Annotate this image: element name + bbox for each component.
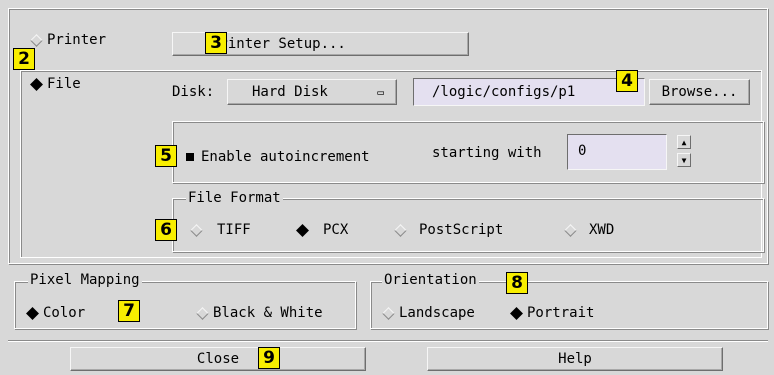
arrow-down-icon: ▼ bbox=[681, 155, 687, 165]
color-label: Color bbox=[43, 305, 86, 321]
black-white-radio-indicator bbox=[196, 306, 209, 320]
file-radio[interactable]: File bbox=[30, 76, 81, 92]
callout-7: 7 bbox=[118, 300, 140, 322]
close-button[interactable]: Close bbox=[70, 347, 366, 371]
format-radio-tiff[interactable]: TIFF bbox=[190, 222, 251, 238]
portrait-radio-indicator bbox=[510, 306, 523, 320]
black-white-label: Black & White bbox=[213, 305, 323, 321]
postscript-label: PostScript bbox=[419, 222, 504, 238]
postscript-radio-indicator bbox=[394, 223, 407, 237]
starting-value: 0 bbox=[578, 143, 587, 159]
color-radio-indicator bbox=[26, 306, 39, 320]
help-button[interactable]: Help bbox=[427, 347, 723, 371]
autoincrement-checkbox[interactable]: Enable autoincrement bbox=[186, 149, 370, 165]
footer-separator bbox=[8, 340, 768, 342]
browse-label: Browse... bbox=[661, 84, 738, 100]
autoincrement-label: Enable autoincrement bbox=[201, 149, 370, 165]
pcx-label: PCX bbox=[323, 222, 349, 238]
file-format-legend: File Format bbox=[186, 190, 283, 206]
decrement-button[interactable]: ▼ bbox=[677, 153, 691, 167]
orientation-radio-portrait[interactable]: Portrait bbox=[510, 305, 595, 321]
callout-4: 4 bbox=[616, 70, 638, 92]
landscape-label: Landscape bbox=[399, 305, 475, 321]
xwd-radio-indicator bbox=[564, 223, 577, 237]
starting-value-input[interactable]: 0 bbox=[567, 134, 667, 170]
pixel-radio-black-white[interactable]: Black & White bbox=[196, 305, 323, 321]
xwd-label: XWD bbox=[589, 222, 615, 238]
file-radio-label: File bbox=[47, 76, 81, 92]
disk-option-menu[interactable]: Hard Disk ▭ bbox=[227, 79, 397, 105]
callout-9: 9 bbox=[258, 347, 280, 369]
printer-radio-label: Printer bbox=[47, 32, 107, 48]
starting-with-label: starting with bbox=[432, 145, 542, 161]
help-label: Help bbox=[558, 351, 592, 367]
checkbox-indicator bbox=[186, 153, 194, 161]
format-radio-xwd[interactable]: XWD bbox=[564, 222, 615, 238]
portrait-label: Portrait bbox=[527, 305, 595, 321]
tiff-label: TIFF bbox=[217, 222, 251, 238]
file-path-input[interactable]: /logic/configs/p1 bbox=[413, 78, 645, 106]
callout-2: 2 bbox=[13, 48, 35, 70]
callout-3: 3 bbox=[205, 32, 227, 54]
printer-radio[interactable]: Printer bbox=[30, 32, 107, 48]
format-radio-postscript[interactable]: PostScript bbox=[394, 222, 504, 238]
printer-radio-indicator bbox=[30, 33, 43, 47]
format-radio-pcx[interactable]: PCX bbox=[296, 222, 349, 238]
close-label: Close bbox=[196, 351, 240, 367]
file-path-value: /logic/configs/p1 bbox=[432, 84, 576, 100]
browse-button[interactable]: Browse... bbox=[649, 79, 750, 105]
pixel-radio-color[interactable]: Color bbox=[26, 305, 86, 321]
pixel-mapping-legend: Pixel Mapping bbox=[28, 272, 142, 288]
printer-setup-label: Printer Setup... bbox=[211, 36, 346, 52]
pcx-radio-indicator bbox=[296, 223, 309, 237]
arrow-up-icon: ▲ bbox=[681, 137, 687, 147]
callout-8: 8 bbox=[506, 272, 528, 294]
tiff-radio-indicator bbox=[190, 223, 203, 237]
disk-selected-value: Hard Disk bbox=[252, 84, 328, 100]
file-radio-indicator bbox=[30, 77, 43, 91]
callout-5: 5 bbox=[155, 145, 177, 167]
disk-label: Disk: bbox=[172, 84, 215, 100]
callout-6: 6 bbox=[155, 219, 177, 241]
landscape-radio-indicator bbox=[382, 306, 395, 320]
increment-button[interactable]: ▲ bbox=[677, 135, 691, 149]
orientation-radio-landscape[interactable]: Landscape bbox=[382, 305, 475, 321]
option-menu-indicator-icon: ▭ bbox=[377, 85, 384, 99]
orientation-legend: Orientation bbox=[382, 272, 479, 288]
